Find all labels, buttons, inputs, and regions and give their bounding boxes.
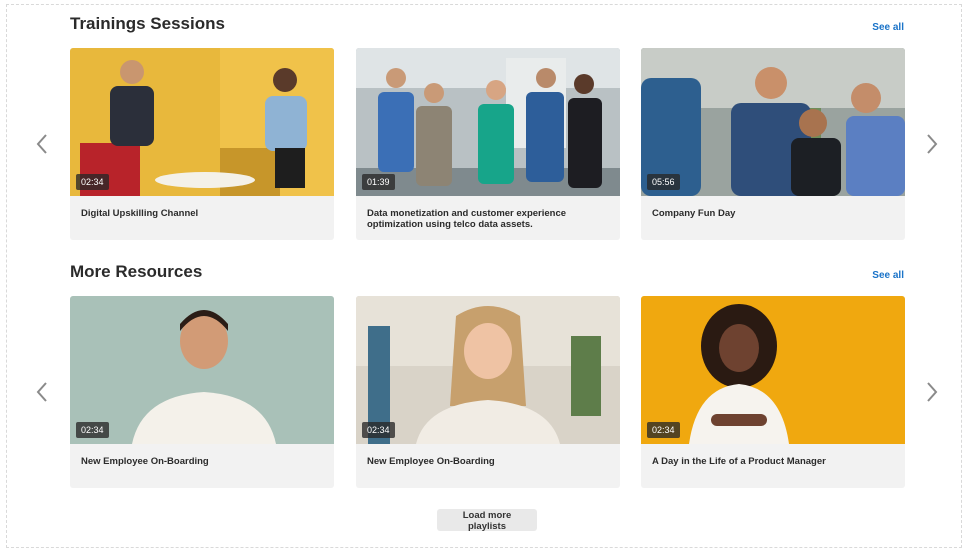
video-thumbnail: 01:39 xyxy=(356,48,620,196)
video-thumbnail: 05:56 xyxy=(641,48,905,196)
video-duration: 01:39 xyxy=(362,174,395,190)
carousel-next-button[interactable] xyxy=(921,124,943,164)
carousel-prev-button[interactable] xyxy=(31,124,53,164)
video-thumbnail: 02:34 xyxy=(641,296,905,444)
see-all-link[interactable]: See all xyxy=(872,270,904,281)
video-title: New Employee On-Boarding xyxy=(367,456,495,467)
video-card[interactable]: 02:34 A Day in the Life of a Product Man… xyxy=(641,296,905,488)
section-title: Trainings Sessions xyxy=(70,14,225,33)
video-title: New Employee On-Boarding xyxy=(81,456,209,467)
video-title: Data monetization and customer experienc… xyxy=(367,208,567,230)
video-duration: 02:34 xyxy=(76,174,109,190)
carousel-prev-button[interactable] xyxy=(31,372,53,412)
see-all-link[interactable]: See all xyxy=(872,22,904,33)
video-thumbnail: 02:34 xyxy=(70,48,334,196)
carousel-next-button[interactable] xyxy=(921,372,943,412)
section-title: More Resources xyxy=(70,262,203,281)
video-card[interactable]: 01:39 Data monetization and customer exp… xyxy=(356,48,620,240)
chevron-right-icon xyxy=(927,382,938,402)
video-duration: 05:56 xyxy=(647,174,680,190)
video-card[interactable]: 02:34 New Employee On-Boarding xyxy=(70,296,334,488)
video-card[interactable]: 02:34 Digital Upskilling Channel xyxy=(70,48,334,240)
video-duration: 02:34 xyxy=(76,422,109,438)
video-title: Digital Upskilling Channel xyxy=(81,208,199,219)
video-duration: 02:34 xyxy=(647,422,680,438)
video-thumbnail: 02:34 xyxy=(70,296,334,444)
video-card[interactable]: 02:34 New Employee On-Boarding xyxy=(356,296,620,488)
video-title: Company Fun Day xyxy=(652,208,736,219)
chevron-right-icon xyxy=(927,134,938,154)
chevron-left-icon xyxy=(36,134,47,154)
load-more-playlists-button[interactable]: Load more playlists xyxy=(437,509,537,532)
video-duration: 02:34 xyxy=(362,422,395,438)
video-title: A Day in the Life of a Product Manager xyxy=(652,456,826,467)
chevron-left-icon xyxy=(36,382,47,402)
video-card[interactable]: 05:56 Company Fun Day xyxy=(641,48,905,240)
video-thumbnail: 02:34 xyxy=(356,296,620,444)
